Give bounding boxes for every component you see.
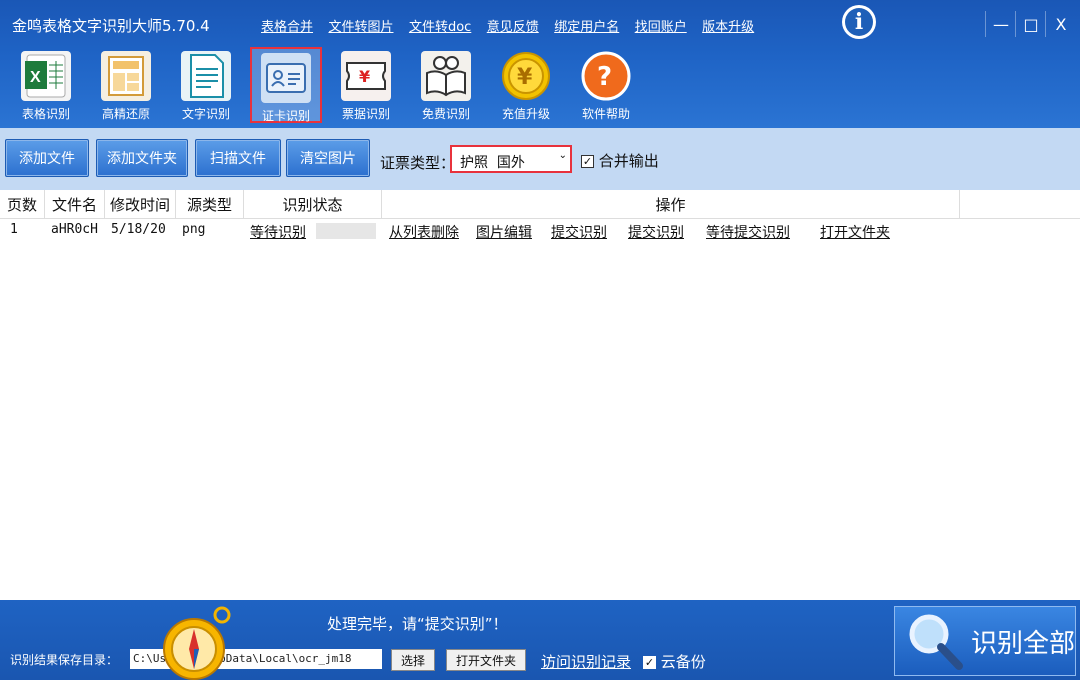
link-recover-account[interactable]: 找回账户 — [635, 20, 687, 35]
magnifier-icon — [909, 614, 963, 670]
open-folder-button[interactable]: 打开文件夹 — [446, 649, 526, 671]
book-icon — [421, 51, 471, 101]
op-remove-from-list[interactable]: 从列表删除 — [389, 222, 459, 242]
cell-page: 1 — [10, 222, 18, 237]
id-card-icon — [261, 53, 311, 103]
svg-text:?: ? — [597, 62, 612, 92]
app-title: 金鸣表格文字识别大师5.70.4 — [12, 17, 210, 35]
table-header: 页数 文件名 修改时间 源类型 识别状态 操作 — [0, 190, 1080, 219]
tool-table-recognition[interactable]: X 表格识别 — [10, 47, 82, 123]
document-icon — [181, 51, 231, 101]
tool-label: 文字识别 — [181, 107, 230, 121]
file-table: 页数 文件名 修改时间 源类型 识别状态 操作 1 aHR0cH 5/18/20… — [0, 190, 1080, 600]
coin-icon: ¥ — [501, 51, 551, 101]
clear-images-button[interactable]: 清空图片 — [286, 139, 370, 177]
tool-label: 充值升级 — [501, 107, 550, 121]
doc-type-value: 护照 国外 — [460, 155, 525, 171]
history-link[interactable]: 访问识别记录 — [541, 651, 631, 672]
cell-source-type: png — [182, 222, 206, 237]
tool-software-help[interactable]: ? 软件帮助 — [570, 47, 642, 123]
tool-high-precision[interactable]: 高精还原 — [90, 47, 162, 123]
link-feedback[interactable]: 意见反馈 — [487, 20, 539, 35]
table-row[interactable]: 1 aHR0cH 5/18/20 png 等待识别 从列表删除 图片编辑 提交识… — [0, 222, 1080, 242]
excel-icon: X — [21, 51, 71, 101]
progress-bar — [316, 223, 376, 239]
checkbox-checked-icon: ✓ — [581, 155, 594, 168]
save-dir-label: 识别结果保存目录： — [10, 653, 119, 667]
select-dir-button[interactable]: 选择 — [391, 649, 435, 671]
action-bar: 添加文件 添加文件夹 扫描文件 清空图片 证票类型： 护照 国外 ⌄ ✓ 合并输… — [0, 128, 1080, 190]
tool-label: 免费识别 — [421, 107, 470, 121]
cell-modified: 5/18/20 — [111, 222, 166, 237]
recognize-all-button[interactable]: 识别全部 — [894, 606, 1076, 676]
col-status[interactable]: 识别状态 — [244, 190, 382, 218]
close-button[interactable]: X — [1045, 11, 1076, 37]
tool-receipt-recognition[interactable]: ¥ 票据识别 — [330, 47, 402, 123]
link-bind-username[interactable]: 绑定用户名 — [554, 20, 619, 35]
op-open-folder[interactable]: 打开文件夹 — [820, 222, 890, 242]
tool-label: 证卡识别 — [261, 109, 310, 123]
checkbox-checked-icon: ✓ — [643, 656, 656, 669]
cell-filename: aHR0cH — [51, 222, 98, 237]
link-file-to-image[interactable]: 文件转图片 — [328, 20, 393, 35]
recognize-all-label: 识别全部 — [971, 628, 1076, 659]
title-toolbar-area: 金鸣表格文字识别大师5.70.4 表格合并 文件转图片 文件转doc 意见反馈 … — [0, 0, 1080, 128]
op-wait-submit[interactable]: 等待提交识别 — [706, 222, 790, 242]
col-operations[interactable]: 操作 — [382, 190, 960, 218]
merge-output-label: 合并输出 — [598, 152, 659, 170]
top-links: 表格合并 文件转图片 文件转doc 意见反馈 绑定用户名 找回账户 版本升级 — [261, 16, 765, 35]
doc-type-label: 证票类型： — [380, 154, 456, 172]
add-folder-button[interactable]: 添加文件夹 — [96, 139, 188, 177]
info-icon[interactable]: i — [842, 5, 876, 39]
svg-text:¥: ¥ — [517, 65, 533, 90]
op-submit-recognition[interactable]: 提交识别 — [551, 222, 607, 242]
col-modified[interactable]: 修改时间 — [105, 190, 176, 218]
link-file-to-doc[interactable]: 文件转doc — [409, 20, 471, 35]
tool-id-card-recognition[interactable]: 证卡识别 — [250, 47, 322, 123]
tool-label: 软件帮助 — [581, 107, 630, 121]
tool-free-recognition[interactable]: 免费识别 — [410, 47, 482, 123]
doc-type-select[interactable]: 护照 国外 ⌄ — [450, 145, 572, 173]
tool-label: 表格识别 — [21, 107, 70, 121]
receipt-icon: ¥ — [341, 51, 391, 101]
maximize-button[interactable]: □ — [1015, 11, 1046, 37]
tool-label: 票据识别 — [341, 107, 390, 121]
col-filename[interactable]: 文件名 — [45, 190, 105, 218]
op-edit-image[interactable]: 图片编辑 — [476, 222, 532, 242]
chevron-down-icon: ⌄ — [558, 150, 567, 161]
col-source-type[interactable]: 源类型 — [176, 190, 244, 218]
tool-recharge-upgrade[interactable]: ¥ 充值升级 — [490, 47, 562, 123]
add-file-button[interactable]: 添加文件 — [5, 139, 89, 177]
link-version-upgrade[interactable]: 版本升级 — [702, 20, 754, 35]
help-icon: ? — [581, 51, 631, 101]
compass-icon — [163, 606, 231, 680]
tool-label: 高精还原 — [101, 107, 150, 121]
col-page[interactable]: 页数 — [0, 190, 45, 218]
layout-icon — [101, 51, 151, 101]
cloud-backup-checkbox[interactable]: ✓ 云备份 — [643, 651, 706, 672]
op-submit-recognition-2[interactable]: 提交识别 — [628, 222, 684, 242]
svg-text:¥: ¥ — [359, 67, 370, 86]
link-table-merge[interactable]: 表格合并 — [261, 20, 313, 35]
tool-text-recognition[interactable]: 文字识别 — [170, 47, 242, 123]
cell-status[interactable]: 等待识别 — [250, 222, 306, 242]
svg-text:X: X — [30, 69, 41, 86]
cloud-backup-label: 云备份 — [660, 653, 706, 671]
status-message: 处理完毕，请“提交识别”！ — [327, 615, 508, 633]
merge-output-checkbox[interactable]: ✓ 合并输出 — [581, 150, 659, 171]
scan-file-button[interactable]: 扫描文件 — [195, 139, 281, 177]
minimize-button[interactable]: — — [985, 11, 1016, 37]
main-toolbar: X 表格识别 高精还原 文字识别 证卡识别 ¥ 票据识别 免费识别 ¥ 充值升级… — [10, 47, 650, 125]
